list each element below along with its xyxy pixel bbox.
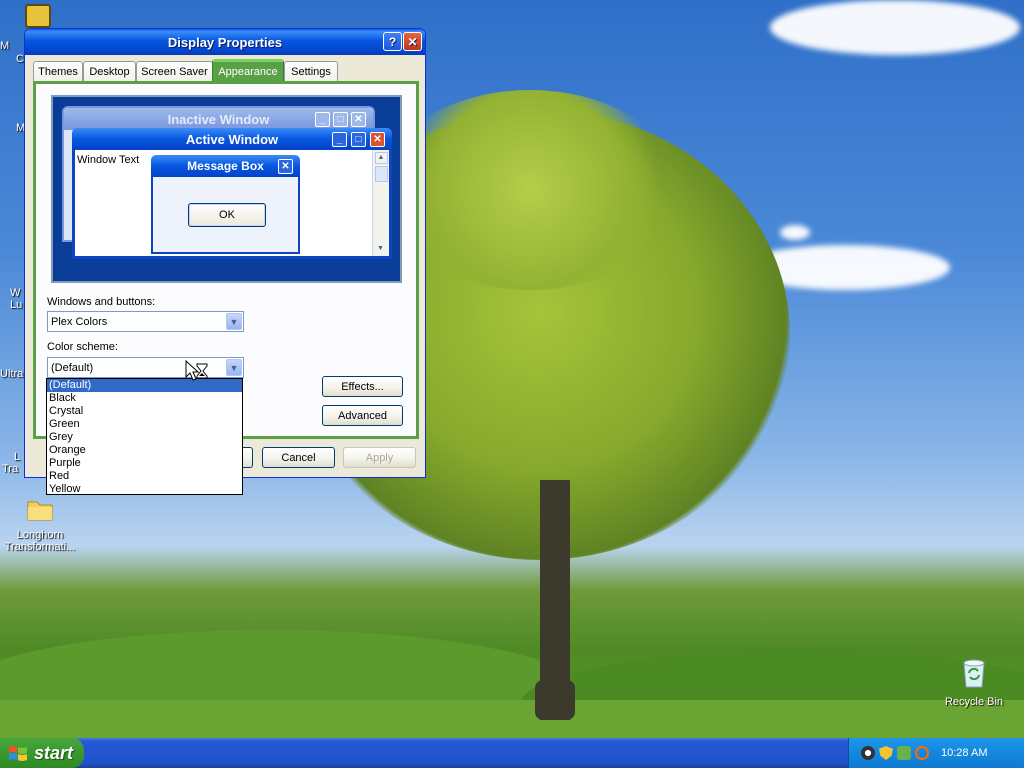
close-button[interactable]: ✕ [403, 32, 422, 51]
desktop-icon-recycle-bin[interactable]: Recycle Bin [934, 657, 1014, 708]
close-icon: ✕ [351, 112, 366, 127]
search-icon[interactable] [915, 746, 929, 760]
desktop-icon-label-partial: Ultra [0, 368, 24, 380]
color-scheme-label: Color scheme: [47, 341, 118, 353]
tab-screen-saver[interactable]: Screen Saver [136, 61, 213, 81]
chevron-down-icon[interactable]: ▼ [226, 313, 242, 330]
scroll-up-icon: ▲ [374, 152, 388, 164]
meadow [0, 700, 1024, 738]
color-scheme-option[interactable]: Green [47, 418, 242, 431]
desktop-shortcut-icon[interactable] [25, 4, 51, 28]
desktop-icon-label: Recycle Bin [944, 696, 1004, 708]
color-scheme-option[interactable]: Red [47, 470, 242, 483]
dialog-title: Display Properties [167, 34, 283, 50]
preview-window-text: Window Text [77, 154, 140, 166]
color-scheme-option[interactable]: (Default) [47, 379, 242, 392]
desktop-icon-label: Longhorn Transformati... [4, 529, 76, 553]
system-tray: 10:28 AM [848, 738, 1024, 768]
tab-desktop[interactable]: Desktop [83, 61, 136, 81]
chevron-down-icon[interactable]: ▼ [226, 359, 242, 376]
clock[interactable]: 10:28 AM [941, 747, 987, 759]
recycle-bin-icon [963, 659, 985, 688]
network-icon[interactable] [861, 746, 875, 760]
windows-buttons-dropdown[interactable]: Plex Colors ▼ [47, 311, 244, 332]
tab-themes[interactable]: Themes [33, 61, 83, 81]
advanced-button[interactable]: Advanced [322, 405, 403, 426]
preview-ok-button: OK [188, 203, 266, 227]
start-button[interactable]: start [0, 738, 84, 768]
minimize-icon: _ [332, 132, 347, 147]
tree-trunk [535, 680, 575, 720]
cloud [780, 225, 810, 240]
maximize-icon: □ [333, 112, 348, 127]
tab-appearance[interactable]: Appearance [212, 59, 284, 82]
scroll-down-icon: ▼ [377, 245, 384, 252]
folder-icon [27, 501, 53, 521]
desktop-icon-longhorn[interactable]: Longhorn Transformati... [0, 496, 80, 553]
desktop-icon-label-partial: M [0, 40, 10, 52]
help-button[interactable]: ? [383, 32, 402, 51]
desktop-icon-label-partial: Tra [2, 463, 19, 475]
minimize-icon: _ [315, 112, 330, 127]
appearance-preview: Inactive Window _ □ ✕ Active Window _ □ … [51, 95, 402, 283]
color-scheme-option[interactable]: Orange [47, 444, 242, 457]
desktop-icon-label-partial: L [14, 451, 21, 463]
windows-buttons-label: Windows and buttons: [47, 296, 156, 308]
desktop-icon-label-partial: W [10, 287, 21, 299]
apply-button[interactable]: Apply [343, 447, 416, 468]
maximize-icon: □ [351, 132, 366, 147]
color-scheme-option[interactable]: Yellow [47, 483, 242, 496]
security-shield-icon[interactable] [879, 746, 893, 760]
update-icon[interactable] [897, 746, 911, 760]
preview-scrollbar: ▲ ▼ [372, 150, 389, 256]
color-scheme-option[interactable]: Grey [47, 431, 242, 444]
color-scheme-option[interactable]: Black [47, 392, 242, 405]
cloud [770, 0, 1020, 55]
color-scheme-option[interactable]: Crystal [47, 405, 242, 418]
color-scheme-value: (Default) [51, 361, 94, 374]
windows-logo-icon [9, 746, 27, 761]
tab-settings[interactable]: Settings [284, 61, 338, 81]
start-label: start [34, 742, 74, 763]
taskbar: start 10:28 AM [0, 738, 1024, 768]
close-icon: ✕ [278, 159, 293, 174]
dialog-title-bar[interactable]: Display Properties ? ✕ [25, 29, 425, 55]
color-scheme-dropdown[interactable]: (Default) ▼ [47, 357, 244, 378]
effects-button[interactable]: Effects... [322, 376, 403, 397]
color-scheme-option[interactable]: Purple [47, 457, 242, 470]
color-scheme-list[interactable]: (Default) Black Crystal Green Grey Orang… [46, 378, 243, 495]
preview-message-box: Message Box ✕ OK [151, 155, 300, 254]
windows-buttons-value: Plex Colors [51, 315, 108, 328]
busy-cursor-icon [185, 360, 208, 381]
scroll-thumb [374, 166, 388, 182]
close-icon: ✕ [370, 132, 385, 147]
cancel-button[interactable]: Cancel [262, 447, 335, 468]
